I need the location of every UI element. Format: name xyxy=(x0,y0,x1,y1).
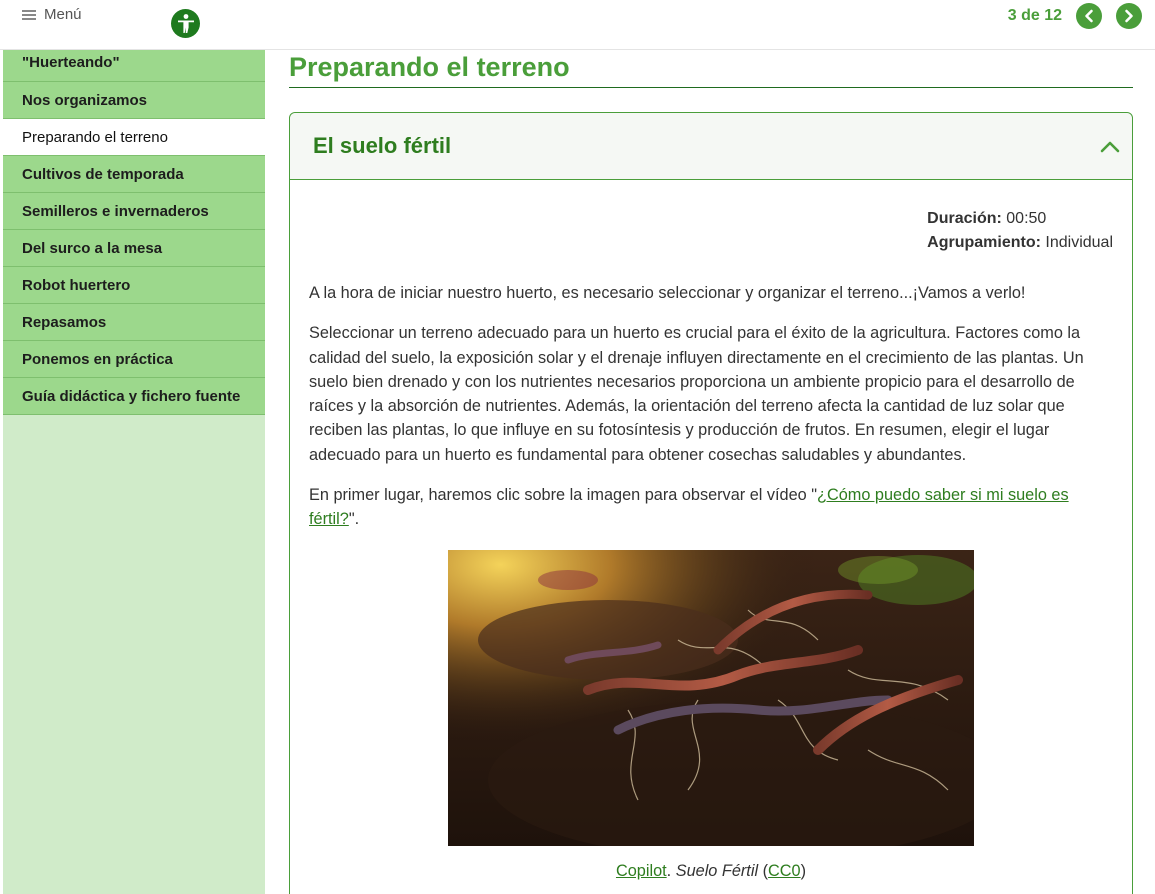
body-paragraph: Seleccionar un terreno adecuado para un … xyxy=(309,324,1084,464)
video-intro-text: En primer lugar, haremos clic sobre la i… xyxy=(309,486,818,505)
sidebar-item-cultivos-de-temporada[interactable]: Cultivos de temporada xyxy=(3,156,265,193)
duration-label: Duración: xyxy=(927,210,1002,227)
sidebar-item-semilleros[interactable]: Semilleros e invernaderos xyxy=(3,193,265,230)
caption-separator: . xyxy=(666,862,676,880)
chevron-left-icon xyxy=(1085,9,1093,23)
sidebar-item-nos-organizamos[interactable]: Nos organizamos xyxy=(3,82,265,119)
sidebar-item-preparando-el-terreno[interactable]: Preparando el terreno xyxy=(3,119,265,156)
page-title: Preparando el terreno xyxy=(289,50,1133,88)
hamburger-icon xyxy=(22,9,36,20)
menu-button[interactable]: Menú xyxy=(22,6,82,23)
accordion-card: El suelo fértil Duración: 00:50 Agrupami… xyxy=(289,112,1133,894)
author-link[interactable]: Copilot xyxy=(616,862,667,880)
grouping-value: Individual xyxy=(1045,234,1113,251)
sidebar-item-ponemos-en-practica[interactable]: Ponemos en práctica xyxy=(3,341,265,378)
card-body: A la hora de iniciar nuestro huerto, es … xyxy=(309,281,1109,548)
intro-paragraph: A la hora de iniciar nuestro huerto, es … xyxy=(309,284,1026,302)
sidebar-item-robot-huertero[interactable]: Robot huertero xyxy=(3,267,265,304)
license-close: ) xyxy=(800,862,807,880)
accessibility-button[interactable] xyxy=(171,9,200,38)
video-paragraph: En primer lugar, haremos clic sobre la i… xyxy=(309,483,1109,532)
sidebar-item-repasamos[interactable]: Repasamos xyxy=(3,304,265,341)
sidebar-item-huerteando[interactable]: "Huerteando" xyxy=(3,50,265,82)
sidebar-item-guia-didactica[interactable]: Guía didáctica y fichero fuente xyxy=(3,378,265,415)
license-open: ( xyxy=(758,862,769,880)
chevron-right-icon xyxy=(1125,9,1133,23)
pager: 3 de 12 xyxy=(1008,3,1155,29)
sidebar-item-del-surco[interactable]: Del surco a la mesa xyxy=(3,230,265,267)
image-caption: Copilot. Suelo Fértil (CC0) xyxy=(290,862,1132,881)
next-page-button[interactable] xyxy=(1116,3,1142,29)
accordion-header[interactable]: El suelo fértil xyxy=(290,113,1132,180)
work-title: Suelo Fértil xyxy=(675,862,759,880)
main-content: Preparando el terreno El suelo fértil Du… xyxy=(289,50,1133,894)
soil-video-image[interactable] xyxy=(448,550,974,846)
accessibility-icon xyxy=(177,13,194,33)
menu-label: Menú xyxy=(44,6,82,23)
sidebar-nav: "Huerteando" Nos organizamos Preparando … xyxy=(3,50,265,894)
license-link[interactable]: CC0 xyxy=(768,862,801,880)
page-counter: 3 de 12 xyxy=(1007,7,1062,24)
video-intro-end: ". xyxy=(348,510,360,529)
activity-meta: Duración: 00:50 Agrupamiento: Individual xyxy=(927,207,1113,255)
previous-page-button[interactable] xyxy=(1076,3,1102,29)
top-bar: Menú 3 de 12 xyxy=(0,0,1155,50)
earthworms-soil-image xyxy=(448,550,974,846)
chevron-up-icon xyxy=(1100,141,1120,153)
duration-value: 00:50 xyxy=(1006,210,1047,227)
card-title: El suelo fértil xyxy=(313,133,452,158)
grouping-label: Agrupamiento: xyxy=(927,234,1041,251)
